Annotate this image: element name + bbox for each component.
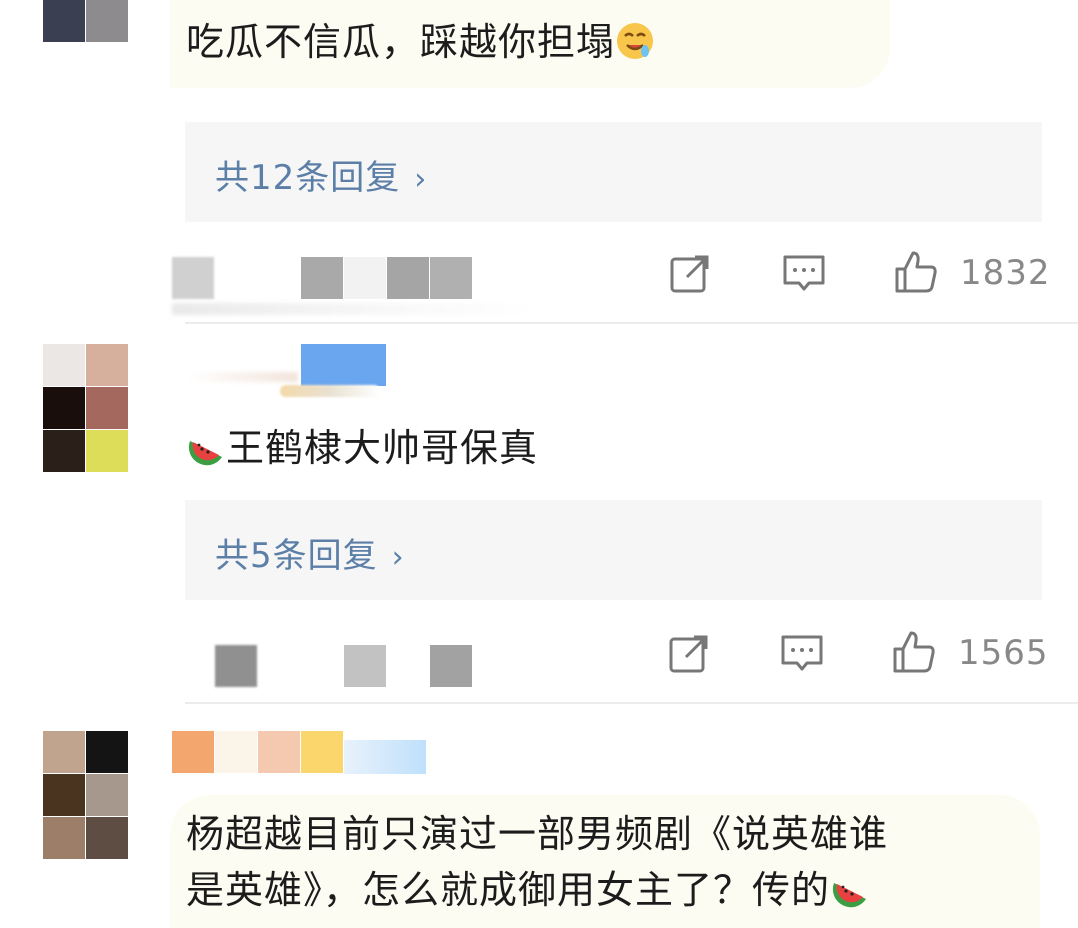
username-part [301, 731, 343, 773]
badge [280, 385, 380, 397]
chevron-right-icon: › [391, 540, 405, 575]
like-count: 1565 [958, 633, 1049, 673]
watermelon-emoji [188, 441, 222, 466]
view-replies-link[interactable]: 共12条回复 › [215, 150, 427, 199]
view-replies-link[interactable]: 共5条回复 › [215, 528, 405, 577]
location [301, 257, 343, 299]
comment-body: 吃瓜不信瓜，踩越你担塌 [186, 20, 616, 64]
location-part [430, 645, 472, 687]
reply-summary[interactable]: 共5条回复 › [185, 500, 1042, 600]
comment-text: 杨超越目前只演过一部男频剧《说英雄谁 是英雄》，怎么就成御用女主了？传的 [186, 806, 888, 918]
location [344, 645, 386, 687]
comment-text: 王鹤棣大帅哥保真 [186, 420, 538, 476]
comment-icon[interactable] [779, 631, 825, 677]
watermelon-emoji [832, 883, 867, 908]
username-part [258, 731, 300, 773]
chevron-right-icon: › [414, 162, 428, 197]
blur-streak [172, 303, 532, 315]
comment-text: 吃瓜不信瓜，踩越你担塌 [186, 14, 655, 70]
comment-body: 是英雄》，怎么就成御用女主了？传的 [186, 868, 831, 912]
username [172, 731, 214, 773]
badge [344, 740, 426, 774]
comment-actions: 1832 [0, 245, 1078, 315]
location-part [344, 257, 386, 299]
like-count: 1832 [960, 253, 1051, 293]
username-part [215, 731, 257, 773]
username [301, 344, 386, 386]
location-part [430, 257, 472, 299]
reply-label: 共12条回复 [215, 158, 401, 198]
share-icon[interactable] [666, 631, 712, 677]
divider [185, 702, 1078, 704]
timestamp [172, 257, 214, 299]
thumbs-up-icon[interactable] [891, 629, 937, 675]
comment-line-2: 是英雄》，怎么就成御用女主了？传的 [186, 862, 888, 918]
drooling-face-emoji [617, 23, 654, 59]
location-part [387, 257, 429, 299]
username-part [188, 372, 298, 382]
comment-body: 王鹤棣大帅哥保真 [226, 426, 539, 470]
timestamp [215, 645, 257, 687]
reply-label: 共5条回复 [215, 536, 378, 576]
divider [185, 322, 1078, 324]
comment-line-1: 杨超越目前只演过一部男频剧《说英雄谁 [186, 812, 889, 856]
share-icon[interactable] [667, 251, 713, 297]
reply-summary[interactable]: 共12条回复 › [185, 122, 1042, 222]
comment-actions: 1565 [0, 625, 1078, 687]
comment-icon[interactable] [781, 251, 827, 297]
thumbs-up-icon[interactable] [893, 249, 939, 295]
